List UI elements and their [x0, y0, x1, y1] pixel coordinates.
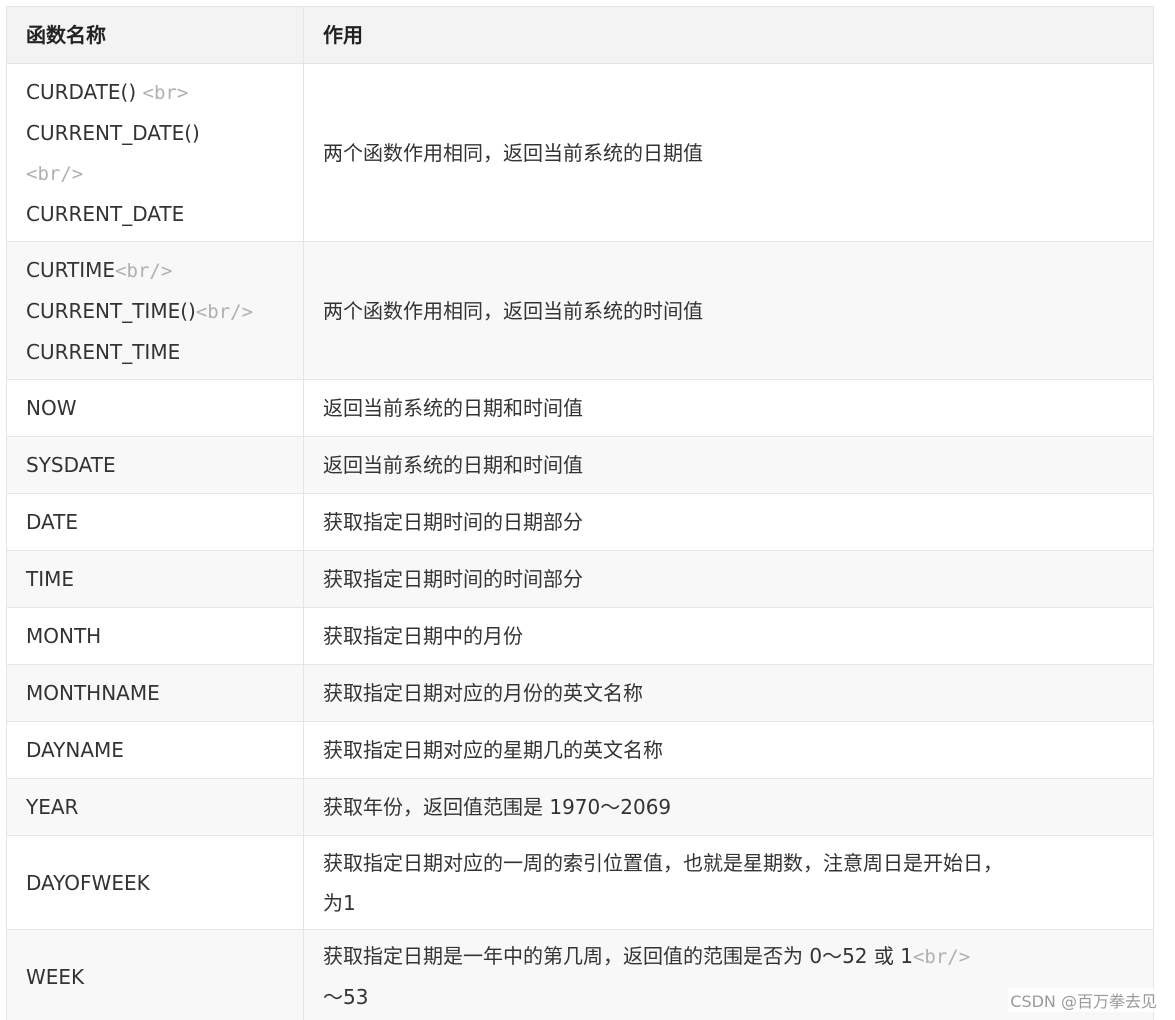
function-name-cell: CURDATE() <br> CURRENT_DATE() <br/> CURR… [6, 63, 304, 242]
effect-cell: 获取指定日期时间的日期部分 [303, 493, 1154, 551]
header-function-name: 函数名称 [6, 6, 304, 64]
function-name-line: CURRENT_DATE() [26, 113, 284, 153]
effect-cell: 获取指定日期时间的时间部分 [303, 550, 1154, 608]
table-row: DAYOFWEEK 获取指定日期对应的一周的索引位置值，也就是星期数，注意周日是… [6, 835, 1154, 930]
function-name-cell: WEEK [6, 929, 304, 1020]
effect-cell: 返回当前系统的日期和时间值 [303, 379, 1154, 437]
html-break-tag: <br/> [912, 946, 971, 968]
function-name-line: CURRENT_DATE [26, 194, 284, 234]
effect-cell: 获取年份，返回值范围是 1970〜2069 [303, 778, 1154, 836]
function-name-cell: MONTH [6, 607, 304, 665]
function-name-text: CURRENT_TIME [26, 339, 181, 364]
function-name-text: CURRENT_TIME() [26, 298, 196, 323]
date-function-table: 函数名称 作用 CURDATE() <br> CURRENT_DATE() <b… [6, 6, 1154, 1020]
table-row: TIME 获取指定日期时间的时间部分 [6, 550, 1154, 608]
function-name-text: CURTIME [26, 257, 116, 282]
function-name-cell: NOW [6, 379, 304, 437]
effect-cell: 获取指定日期对应的星期几的英文名称 [303, 721, 1154, 779]
table-row: YEAR 获取年份，返回值范围是 1970〜2069 [6, 778, 1154, 836]
function-name-text: CURRENT_DATE() [26, 120, 200, 145]
header-row: 函数名称 作用 [6, 6, 1154, 64]
html-break-tag: <br/> [115, 259, 173, 282]
table-row: NOW 返回当前系统的日期和时间值 [6, 379, 1154, 437]
function-name-cell: MONTHNAME [6, 664, 304, 722]
effect-cell: 获取指定日期对应的月份的英文名称 [303, 664, 1154, 722]
effect-text: 获取指定日期是一年中的第几周，返回值的范围是否为 0〜52 或 1 [323, 944, 913, 968]
table-row: MONTHNAME 获取指定日期对应的月份的英文名称 [6, 664, 1154, 722]
effect-cell: 获取指定日期中的月份 [303, 607, 1154, 665]
function-name-cell: DAYNAME [6, 721, 304, 779]
table-row: SYSDATE 返回当前系统的日期和时间值 [6, 436, 1154, 494]
effect-line: 获取指定日期对应的一周的索引位置值，也就是星期数，注意周日是开始日， [323, 850, 1003, 875]
function-name-text: CURDATE() [26, 79, 143, 104]
table-header: 函数名称 作用 [6, 6, 1154, 64]
function-name-cell: YEAR [6, 778, 304, 836]
function-name-line: CURRENT_TIME()<br/> [26, 291, 284, 332]
function-name-cell: DAYOFWEEK [6, 835, 304, 930]
table-row: DATE 获取指定日期时间的日期部分 [6, 493, 1154, 551]
html-break-tag: <br/> [195, 300, 254, 323]
table-body: CURDATE() <br> CURRENT_DATE() <br/> CURR… [6, 63, 1154, 1020]
effect-cell: 两个函数作用相同，返回当前系统的日期值 [303, 63, 1154, 242]
csdn-watermark: CSDN @百万拳去见 [1008, 988, 1159, 1012]
table-row: MONTH 获取指定日期中的月份 [6, 607, 1154, 665]
function-table-container: 函数名称 作用 CURDATE() <br> CURRENT_DATE() <b… [6, 6, 1154, 1020]
html-break-tag: <br> [142, 81, 189, 104]
table-row: CURDATE() <br> CURRENT_DATE() <br/> CURR… [6, 63, 1154, 242]
effect-cell: 两个函数作用相同，返回当前系统的时间值 [303, 241, 1154, 380]
effect-cell: 返回当前系统的日期和时间值 [303, 436, 1154, 494]
effect-line: 为1 [323, 890, 356, 915]
header-effect: 作用 [303, 6, 1154, 64]
table-row: CURTIME<br/> CURRENT_TIME()<br/> CURRENT… [6, 241, 1154, 380]
table-row: WEEK 获取指定日期是一年中的第几周，返回值的范围是否为 0〜52 或 1<b… [6, 929, 1154, 1020]
function-name-cell: SYSDATE [6, 436, 304, 494]
function-name-line: CURTIME<br/> [26, 250, 284, 291]
effect-cell: 获取指定日期对应的一周的索引位置值，也就是星期数，注意周日是开始日， 为1 [303, 835, 1154, 930]
function-name-cell: TIME [6, 550, 304, 608]
function-name-text: CURRENT_DATE [26, 201, 185, 226]
html-break-tag: <br/> [26, 162, 84, 185]
function-name-line: <br/> [26, 153, 284, 194]
effect-line: 获取指定日期是一年中的第几周，返回值的范围是否为 0〜52 或 1<br/> [323, 936, 1134, 977]
function-name-cell: DATE [6, 493, 304, 551]
function-name-line: CURDATE() <br> [26, 72, 284, 113]
function-name-cell: CURTIME<br/> CURRENT_TIME()<br/> CURRENT… [6, 241, 304, 380]
function-name-line: CURRENT_TIME [26, 332, 284, 372]
table-row: DAYNAME 获取指定日期对应的星期几的英文名称 [6, 721, 1154, 779]
